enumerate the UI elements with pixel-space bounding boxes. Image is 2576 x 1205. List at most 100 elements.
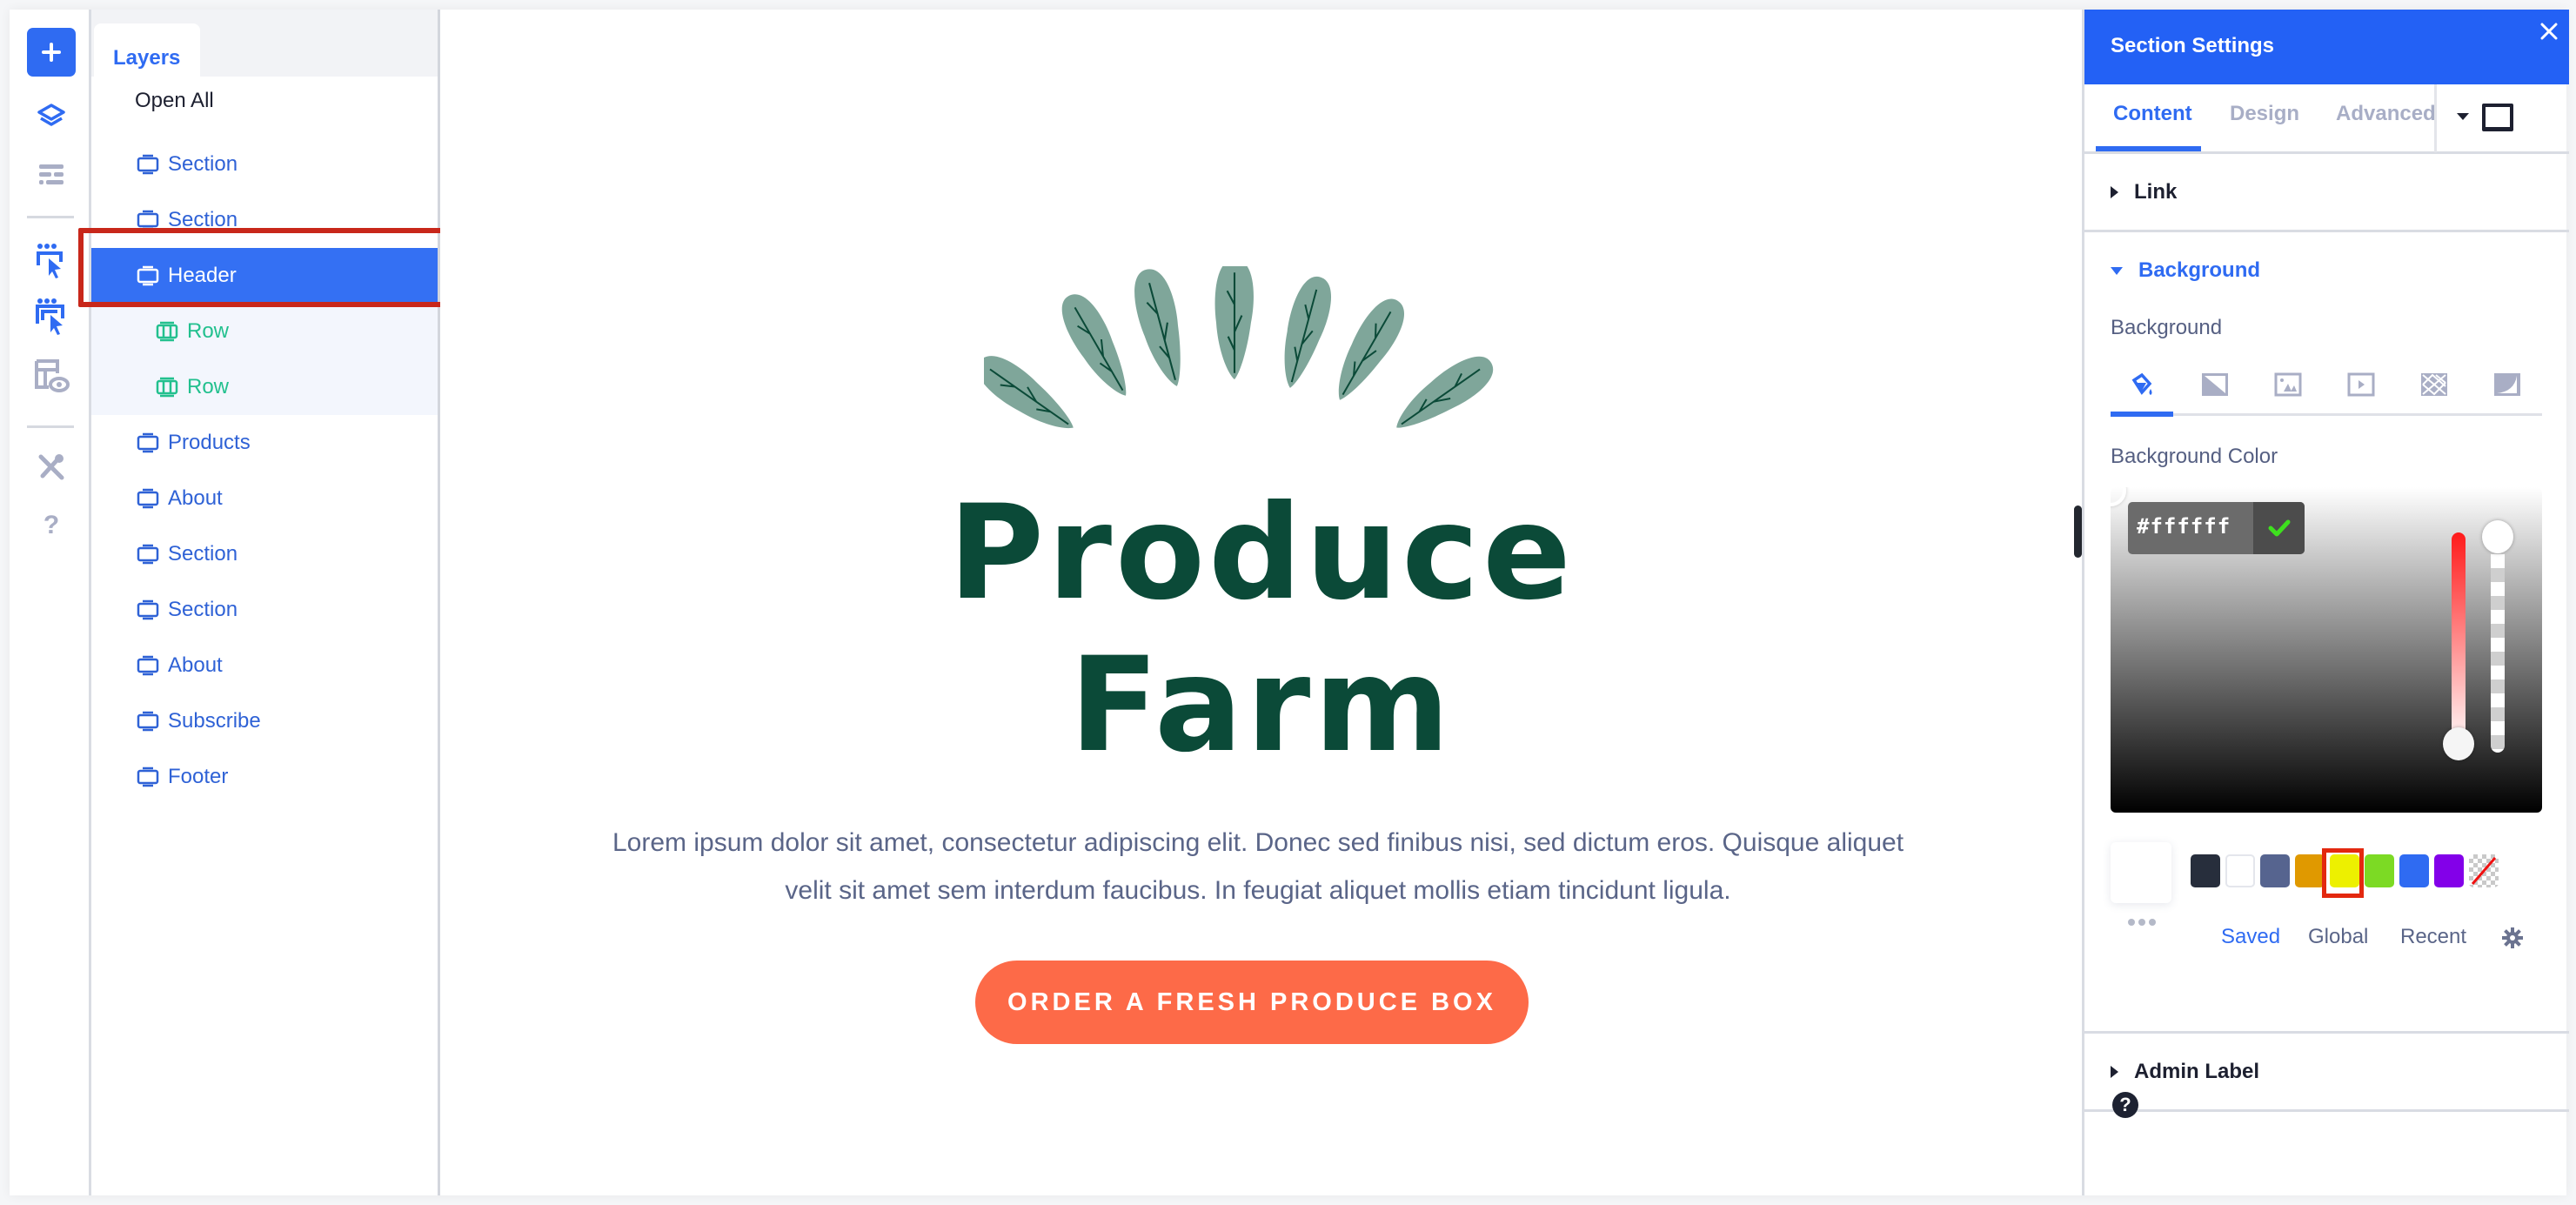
select-module-button[interactable] (27, 238, 76, 286)
hue-slider-handle[interactable] (2443, 727, 2474, 760)
layer-label: Section (168, 152, 238, 176)
layer-label: Section (168, 208, 238, 231)
admin-label-toggle[interactable]: Admin Label (2111, 1060, 2259, 1084)
help-icon[interactable]: ? (2112, 1092, 2138, 1118)
layer-item-section[interactable]: Section (91, 526, 438, 582)
color-swatch[interactable] (2191, 854, 2220, 887)
layer-item-row[interactable]: Row (91, 304, 438, 359)
background-color-label: Background Color (2111, 445, 2278, 468)
color-swatches (2191, 854, 2499, 887)
bg-type-pattern[interactable] (2420, 372, 2448, 397)
swatch-transparent[interactable] (2469, 854, 2499, 887)
builder-window: ? Layers Open All Section Section Header Ro… (10, 10, 2569, 1195)
layer-label: Header (168, 264, 237, 287)
cursor-select-icon (37, 244, 63, 278)
layer-item-footer[interactable]: Footer (91, 749, 438, 805)
color-swatch[interactable] (2434, 854, 2464, 887)
palette-tab-saved[interactable]: Saved (2221, 925, 2280, 949)
section-settings-panel: Section Settings Content Design Advanced… (2082, 10, 2569, 1195)
tab-design[interactable]: Design (2230, 102, 2299, 126)
multi-select-button[interactable] (27, 293, 76, 342)
layer-item-header[interactable]: Header (91, 248, 438, 304)
tab-content[interactable]: Content (2113, 102, 2192, 126)
left-toolbar: ? (10, 10, 91, 1195)
background-section-label: Background (2138, 258, 2261, 282)
color-swatch[interactable] (2295, 854, 2325, 887)
help-button[interactable]: ? (27, 501, 76, 550)
leaves-logo-icon (984, 266, 1493, 429)
open-all-button[interactable]: Open All (135, 89, 214, 113)
layer-item-section[interactable]: Section (91, 192, 438, 248)
preview-button[interactable] (27, 351, 76, 400)
layer-item-about[interactable]: About (91, 638, 438, 693)
layer-label: Row (187, 319, 230, 343)
page-settings-button[interactable] (27, 151, 76, 199)
layer-label: Row (187, 375, 230, 398)
layer-item-section[interactable]: Section (91, 582, 438, 638)
hero-body-text[interactable]: Lorem ipsum dolor sit amet, consectetur … (588, 819, 1928, 914)
hue-slider[interactable] (2452, 532, 2466, 750)
section-icon (137, 210, 159, 231)
layer-label: Footer (168, 765, 229, 788)
hex-value[interactable]: #ffffff (2137, 514, 2231, 539)
settings-tabs: Content Design Advanced (2084, 84, 2569, 154)
bg-type-mask[interactable] (2493, 372, 2521, 397)
background-toggle[interactable]: Background (2111, 258, 2260, 283)
layer-item-products[interactable]: Products (91, 415, 438, 471)
color-swatch[interactable] (2225, 854, 2255, 887)
section-icon (137, 544, 159, 565)
link-toggle[interactable]: Link (2111, 180, 2177, 204)
close-icon[interactable] (2538, 20, 2560, 43)
background-type-tabs (2111, 364, 2542, 417)
bg-type-gradient[interactable] (2201, 372, 2229, 397)
color-swatch[interactable] (2260, 854, 2290, 887)
tools-button[interactable] (27, 443, 76, 492)
layer-item-row[interactable]: Row (91, 359, 438, 415)
image-icon (2274, 372, 2302, 397)
palette-tab-recent[interactable]: Recent (2400, 925, 2466, 949)
opacity-slider[interactable] (2491, 526, 2505, 753)
rail-divider (27, 216, 74, 218)
more-options-icon[interactable] (2128, 919, 2156, 926)
opacity-slider-handle[interactable] (2482, 520, 2513, 553)
layer-label: About (168, 486, 223, 510)
color-swatch[interactable] (2330, 854, 2359, 887)
color-swatch[interactable] (2365, 854, 2394, 887)
hero-title-line2[interactable]: Farm (440, 640, 2083, 771)
current-color-preview[interactable] (2111, 842, 2171, 903)
color-swatch[interactable] (2399, 854, 2429, 887)
hex-input[interactable]: #ffffff (2128, 502, 2305, 554)
layer-item-about[interactable]: About (91, 471, 438, 526)
video-icon (2347, 372, 2375, 397)
cursor-multi-select-icon (36, 298, 64, 335)
tab-divider (2434, 84, 2437, 152)
section-icon (137, 488, 159, 509)
leaf-shape (1396, 356, 1493, 428)
leaf-shape (1061, 294, 1127, 396)
gear-icon[interactable] (2502, 927, 2523, 948)
caret-down-icon (2111, 266, 2123, 275)
panel-resize-handle[interactable] (2074, 505, 2082, 558)
desktop-view-icon[interactable] (2482, 104, 2513, 131)
saturation-handle[interactable] (2111, 487, 2126, 506)
plus-icon (42, 43, 61, 62)
apply-color-button[interactable] (2253, 502, 2305, 554)
color-picker-area[interactable]: #ffffff (2111, 487, 2542, 813)
bg-type-color[interactable] (2128, 372, 2156, 397)
layer-item-section[interactable]: Section (91, 137, 438, 192)
bg-type-video[interactable] (2347, 372, 2375, 397)
hero-title-line1[interactable]: Produce (440, 488, 2083, 619)
order-produce-box-button[interactable]: ORDER A FRESH PRODUCE BOX (975, 961, 1529, 1044)
bg-type-image[interactable] (2274, 372, 2302, 397)
tab-layers[interactable]: Layers (94, 23, 200, 77)
tab-advanced[interactable]: Advanced (2336, 102, 2436, 126)
layers-button[interactable] (27, 93, 76, 142)
section-icon (137, 655, 159, 676)
add-module-button[interactable] (27, 28, 76, 77)
layer-item-subscribe[interactable]: Subscribe (91, 693, 438, 749)
active-bg-type-indicator (2111, 412, 2173, 417)
palette-tab-global[interactable]: Global (2308, 925, 2368, 949)
page-canvas: Produce Farm Lorem ipsum dolor sit amet,… (440, 10, 2083, 1195)
row-icon (156, 321, 178, 342)
chevron-down-icon[interactable] (2457, 113, 2469, 120)
